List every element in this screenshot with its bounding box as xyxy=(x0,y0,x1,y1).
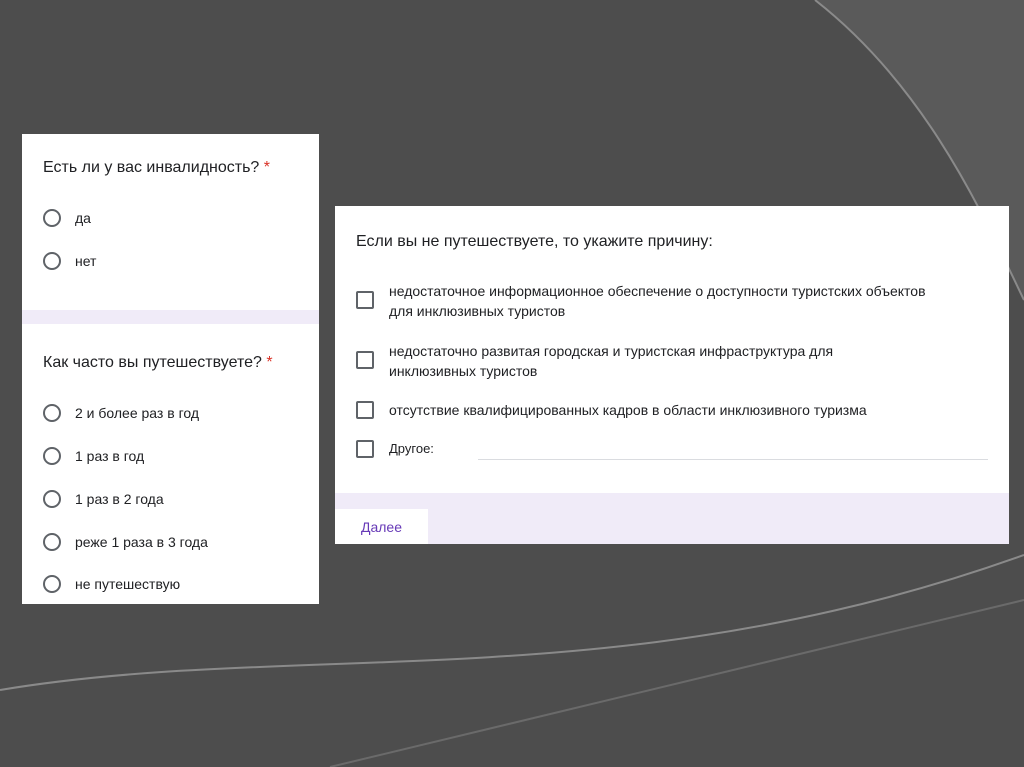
checkbox[interactable] xyxy=(356,401,374,419)
radio-button[interactable] xyxy=(43,490,61,508)
question-travel-frequency: Как часто вы путешествуете? * xyxy=(43,354,273,372)
radio-button[interactable] xyxy=(43,209,61,227)
required-mark: * xyxy=(263,159,271,176)
right-form-panel: Если вы не путешествуете, то укажите при… xyxy=(335,206,1009,544)
radio-option-less-than-1-per-3-years[interactable]: реже 1 раза в 3 года xyxy=(43,533,208,551)
radio-button[interactable] xyxy=(43,575,61,593)
question-disability: Есть ли у вас инвалидность? * xyxy=(43,159,270,177)
radio-button[interactable] xyxy=(43,252,61,270)
radio-option-label: 2 и более раз в год xyxy=(75,405,200,421)
radio-option-label: да xyxy=(75,210,91,226)
next-button[interactable]: Далее xyxy=(335,509,428,544)
question-travel-frequency-text: Как часто вы путешествуете? xyxy=(43,354,262,371)
other-label: Другое: xyxy=(389,441,434,456)
radio-option-2plus-per-year[interactable]: 2 и более раз в год xyxy=(43,404,199,422)
other-text-input[interactable] xyxy=(478,459,988,460)
radio-option-no[interactable]: нет xyxy=(43,252,96,270)
radio-option-label: нет xyxy=(75,253,97,269)
required-mark: * xyxy=(266,354,273,371)
checkbox-option-other[interactable]: Другое: xyxy=(356,439,434,459)
checkbox-option-info[interactable]: недостаточное информационное обеспечение… xyxy=(356,281,949,321)
checkbox[interactable] xyxy=(356,440,374,458)
radio-option-label: 1 раз в год xyxy=(75,448,145,464)
radio-option-label: 1 раз в 2 года xyxy=(75,491,164,507)
checkbox[interactable] xyxy=(356,291,374,309)
radio-button[interactable] xyxy=(43,404,61,422)
form-footer xyxy=(335,493,1009,544)
radio-option-1-per-2-years[interactable]: 1 раз в 2 года xyxy=(43,490,164,508)
radio-option-1-per-year[interactable]: 1 раз в год xyxy=(43,447,144,465)
radio-option-do-not-travel[interactable]: не путешествую xyxy=(43,575,180,593)
checkbox-option-label: недостаточное информационное обеспечение… xyxy=(389,283,926,319)
checkbox[interactable] xyxy=(356,351,374,369)
checkbox-option-label: отсутствие квалифицированных кадров в об… xyxy=(389,402,867,418)
question-disability-text: Есть ли у вас инвалидность? xyxy=(43,159,260,176)
radio-button[interactable] xyxy=(43,533,61,551)
radio-option-label: реже 1 раза в 3 года xyxy=(75,534,208,550)
radio-option-label: не путешествую xyxy=(75,576,181,592)
left-form-panel: Есть ли у вас инвалидность? * да нет Как… xyxy=(22,134,319,604)
radio-button[interactable] xyxy=(43,447,61,465)
checkbox-option-label: недостаточно развитая городская и турист… xyxy=(389,343,834,379)
checkbox-option-staff[interactable]: отсутствие квалифицированных кадров в об… xyxy=(356,400,949,420)
section-divider xyxy=(22,310,319,324)
question-reason: Если вы не путешествуете, то укажите при… xyxy=(356,233,713,250)
radio-option-yes[interactable]: да xyxy=(43,209,91,227)
checkbox-option-infrastructure[interactable]: недостаточно развитая городская и турист… xyxy=(356,341,899,381)
